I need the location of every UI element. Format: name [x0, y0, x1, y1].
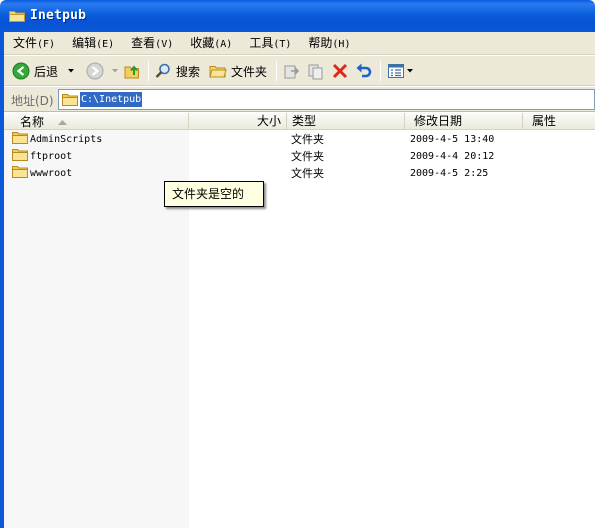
move-to-icon	[283, 62, 301, 80]
back-button-label: 后退	[34, 64, 59, 79]
menu-tools[interactable]: 工具(T)	[240, 32, 299, 55]
address-label: 地址(D)	[11, 94, 54, 108]
column-modified[interactable]: 修改日期	[405, 113, 523, 130]
undo-icon	[355, 62, 373, 80]
file-modified: 2009-4-5 2:25	[410, 168, 489, 179]
menu-file[interactable]: 文件(F)	[4, 32, 63, 55]
file-modified: 2009-4-4 20:12	[410, 151, 495, 162]
folder-icon	[62, 93, 78, 109]
toolbar-separator	[380, 61, 381, 81]
search-icon	[154, 62, 172, 80]
column-attributes-label: 属性	[532, 114, 557, 128]
window-title: Inetpub	[30, 8, 87, 23]
menu-favorites[interactable]: 收藏(A)	[181, 32, 240, 55]
back-dropdown-icon[interactable]	[68, 69, 75, 73]
column-modified-label: 修改日期	[414, 114, 463, 128]
file-modified: 2009-4-5 13:40	[410, 134, 495, 145]
folders-icon	[209, 62, 227, 80]
forward-dropdown-icon	[112, 69, 118, 73]
file-type: 文件夹	[291, 167, 324, 180]
folder-icon	[12, 165, 28, 183]
menu-view-mnemonic: (V)	[155, 38, 174, 50]
tooltip: 文件夹是空的	[164, 181, 264, 207]
menu-tools-mnemonic: (T)	[273, 38, 292, 50]
forward-button[interactable]	[86, 60, 118, 82]
menu-help-label: 帮助	[308, 35, 333, 50]
title-bar[interactable]: Inetpub	[0, 0, 595, 32]
up-button[interactable]	[124, 60, 142, 82]
menu-edit-mnemonic: (E)	[96, 38, 115, 50]
file-name: ftproot	[30, 151, 73, 162]
menu-help[interactable]: 帮助(H)	[299, 32, 358, 55]
folder-up-icon	[124, 62, 142, 80]
column-name[interactable]: 名称	[4, 113, 189, 130]
move-to-button[interactable]	[283, 60, 301, 82]
menu-bar: 文件(F) 编辑(E) 查看(V) 收藏(A) 工具(T) 帮助(H)	[4, 32, 595, 55]
menu-favorites-label: 收藏	[190, 35, 215, 50]
address-bar: 地址(D) C:\Inetpub	[4, 87, 595, 112]
search-button[interactable]: 搜索	[154, 60, 200, 82]
views-icon	[387, 62, 405, 80]
file-name: AdminScripts	[30, 134, 103, 145]
menu-view[interactable]: 查看(V)	[122, 32, 181, 55]
file-name: wwwroot	[30, 168, 73, 179]
copy-to-icon	[307, 62, 325, 80]
sorted-column-highlight	[4, 130, 189, 528]
folder-icon	[12, 148, 28, 166]
copy-to-button[interactable]	[307, 60, 325, 82]
views-button[interactable]	[387, 60, 413, 82]
folder-icon	[9, 10, 25, 22]
menu-file-label: 文件	[13, 35, 38, 50]
toolbar: 后退 搜索 文件夹	[4, 56, 595, 86]
column-header: 名称 大小 类型 修改日期 属性	[4, 113, 595, 130]
file-type: 文件夹	[291, 133, 324, 146]
folder-icon	[12, 131, 28, 149]
menu-tools-label: 工具	[249, 35, 274, 50]
folders-button-label: 文件夹	[231, 64, 268, 79]
file-type: 文件夹	[291, 150, 324, 163]
column-size-label: 大小	[256, 114, 281, 128]
menu-edit-label: 编辑	[72, 35, 97, 50]
menu-help-mnemonic: (H)	[332, 38, 351, 50]
menu-view-label: 查看	[131, 35, 156, 50]
column-name-label: 名称	[20, 115, 45, 129]
list-item[interactable]: wwwroot 文件夹 2009-4-5 2:25	[4, 165, 595, 182]
search-button-label: 搜索	[176, 64, 201, 79]
delete-button[interactable]	[331, 60, 349, 82]
undo-button[interactable]	[355, 60, 373, 82]
address-value: C:\Inetpub	[80, 92, 143, 107]
column-size[interactable]: 大小	[189, 113, 287, 130]
menu-edit[interactable]: 编辑(E)	[63, 32, 122, 55]
sort-ascending-icon	[57, 113, 67, 129]
toolbar-separator	[148, 61, 149, 81]
column-type-label: 类型	[292, 114, 317, 128]
folders-button[interactable]: 文件夹	[209, 60, 267, 82]
views-dropdown-icon	[407, 69, 413, 73]
list-item[interactable]: AdminScripts 文件夹 2009-4-5 13:40	[4, 131, 595, 148]
address-input[interactable]: C:\Inetpub	[58, 89, 595, 110]
menu-file-mnemonic: (F)	[37, 38, 56, 50]
column-type[interactable]: 类型	[287, 113, 405, 130]
delete-icon	[331, 62, 349, 80]
back-arrow-icon	[12, 62, 30, 80]
file-list[interactable]: 名称 大小 类型 修改日期 属性 AdminScripts 文件夹 2009-4…	[4, 113, 595, 528]
menu-favorites-mnemonic: (A)	[214, 38, 233, 50]
column-attributes[interactable]: 属性	[523, 113, 595, 130]
forward-arrow-icon	[86, 62, 104, 80]
toolbar-separator	[276, 61, 277, 81]
back-button[interactable]: 后退	[12, 60, 75, 82]
list-item[interactable]: ftproot 文件夹 2009-4-4 20:12	[4, 148, 595, 165]
